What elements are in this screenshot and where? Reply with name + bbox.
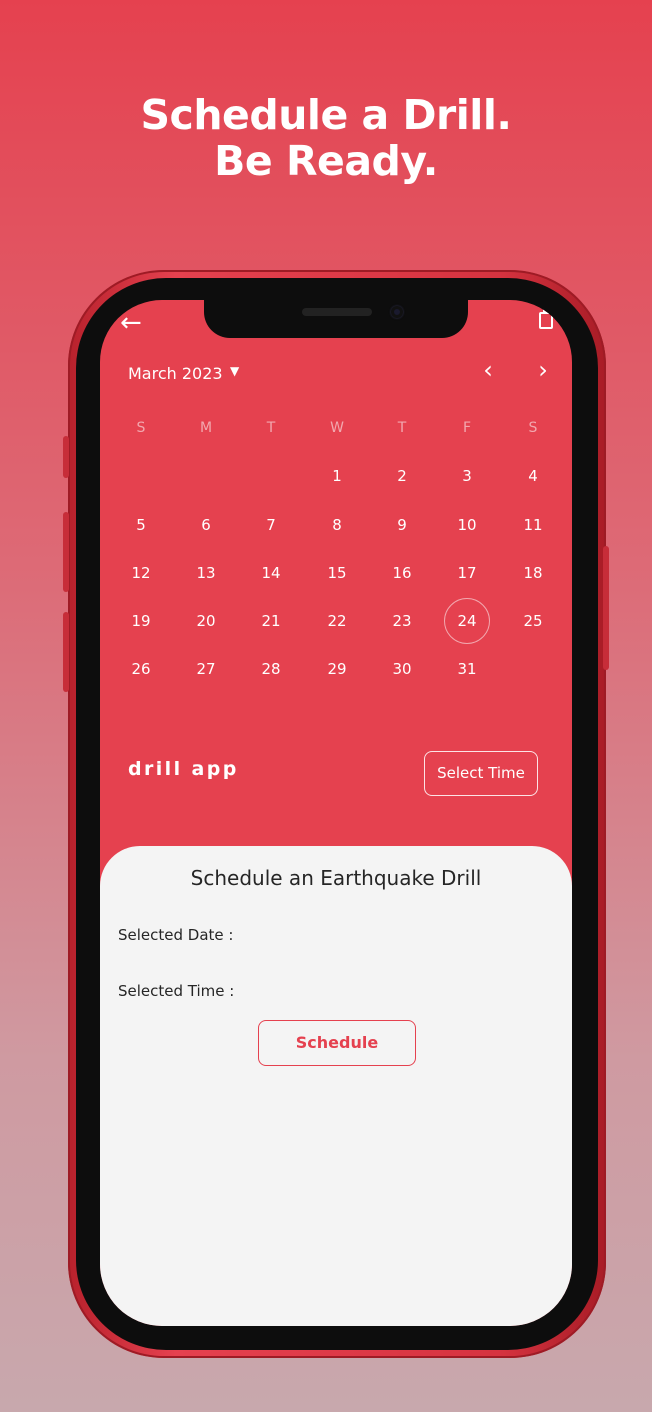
calendar-day[interactable]: 6 <box>186 505 226 545</box>
phone-side-button-volume-up <box>63 512 69 592</box>
promo-headline: Schedule a Drill. Be Ready. <box>0 92 652 184</box>
calendar-day[interactable]: 8 <box>317 505 357 545</box>
calendar-day[interactable]: 19 <box>121 601 161 641</box>
calendar-day[interactable]: 9 <box>382 505 422 545</box>
calendar-day[interactable]: 13 <box>186 553 226 593</box>
front-camera <box>391 306 403 318</box>
headline-line-2: Be Ready. <box>214 137 438 185</box>
weekday-label: F <box>462 420 472 436</box>
selected-date-label: Selected Date : <box>118 926 234 944</box>
calendar-day[interactable]: 18 <box>513 553 553 593</box>
calendar-day[interactable]: 2 <box>382 456 422 496</box>
calendar-day[interactable]: 21 <box>251 601 291 641</box>
select-time-button[interactable]: Select Time <box>424 751 538 796</box>
notch <box>204 300 468 338</box>
calendar-day[interactable]: 3 <box>447 456 487 496</box>
month-selector[interactable]: March 2023 <box>128 364 223 383</box>
sheet-title: Schedule an Earthquake Drill <box>190 866 482 890</box>
weekday-label: T <box>266 420 276 436</box>
calendar-day[interactable]: 5 <box>121 505 161 545</box>
calendar-day[interactable]: 14 <box>251 553 291 593</box>
phone-screen: ← March 2023 ▼ ‹ › SMTWTFS 1 2 3 4 5 6 7 8 9 10 11… <box>100 300 572 1326</box>
weekday-label: T <box>397 420 407 436</box>
weekday-label: S <box>136 420 146 436</box>
caret-down-icon[interactable]: ▼ <box>230 364 239 378</box>
calendar-day[interactable]: 12 <box>121 553 161 593</box>
calendar-day[interactable]: 17 <box>447 553 487 593</box>
chevron-left-icon[interactable]: ‹ <box>473 358 503 382</box>
calendar-day[interactable]: 11 <box>513 505 553 545</box>
calendar-day[interactable]: 16 <box>382 553 422 593</box>
clipboard-icon[interactable] <box>539 309 553 329</box>
phone-side-button-power <box>603 546 609 670</box>
calendar-day-selected[interactable]: 24 <box>444 598 490 644</box>
brand-logo: drill app <box>128 758 239 780</box>
calendar-day[interactable]: 28 <box>251 649 291 689</box>
selected-time-label: Selected Time : <box>118 982 235 1000</box>
schedule-button[interactable]: Schedule <box>258 1020 416 1066</box>
weekday-label: S <box>528 420 538 436</box>
arrow-left-icon[interactable]: ← <box>120 310 142 336</box>
calendar-day[interactable]: 27 <box>186 649 226 689</box>
phone-side-button-silent <box>63 436 69 478</box>
calendar-day[interactable]: 25 <box>513 601 553 641</box>
calendar-day[interactable]: 29 <box>317 649 357 689</box>
schedule-sheet: Schedule an Earthquake Drill Selected Da… <box>100 846 572 1326</box>
calendar-day[interactable]: 20 <box>186 601 226 641</box>
calendar-day[interactable]: 7 <box>251 505 291 545</box>
calendar-day[interactable]: 31 <box>447 649 487 689</box>
phone-side-button-volume-down <box>63 612 69 692</box>
chevron-right-icon[interactable]: › <box>528 358 558 382</box>
calendar-day[interactable]: 15 <box>317 553 357 593</box>
calendar-day[interactable]: 30 <box>382 649 422 689</box>
weekday-label: M <box>199 420 213 436</box>
calendar-day[interactable]: 10 <box>447 505 487 545</box>
headline-line-1: Schedule a Drill. <box>140 91 512 139</box>
calendar-day[interactable]: 4 <box>513 456 553 496</box>
calendar-day[interactable]: 1 <box>317 456 357 496</box>
speaker-grille <box>302 308 372 316</box>
weekday-label: W <box>330 420 344 436</box>
calendar-day[interactable]: 23 <box>382 601 422 641</box>
calendar-day[interactable]: 26 <box>121 649 161 689</box>
calendar-day[interactable]: 22 <box>317 601 357 641</box>
